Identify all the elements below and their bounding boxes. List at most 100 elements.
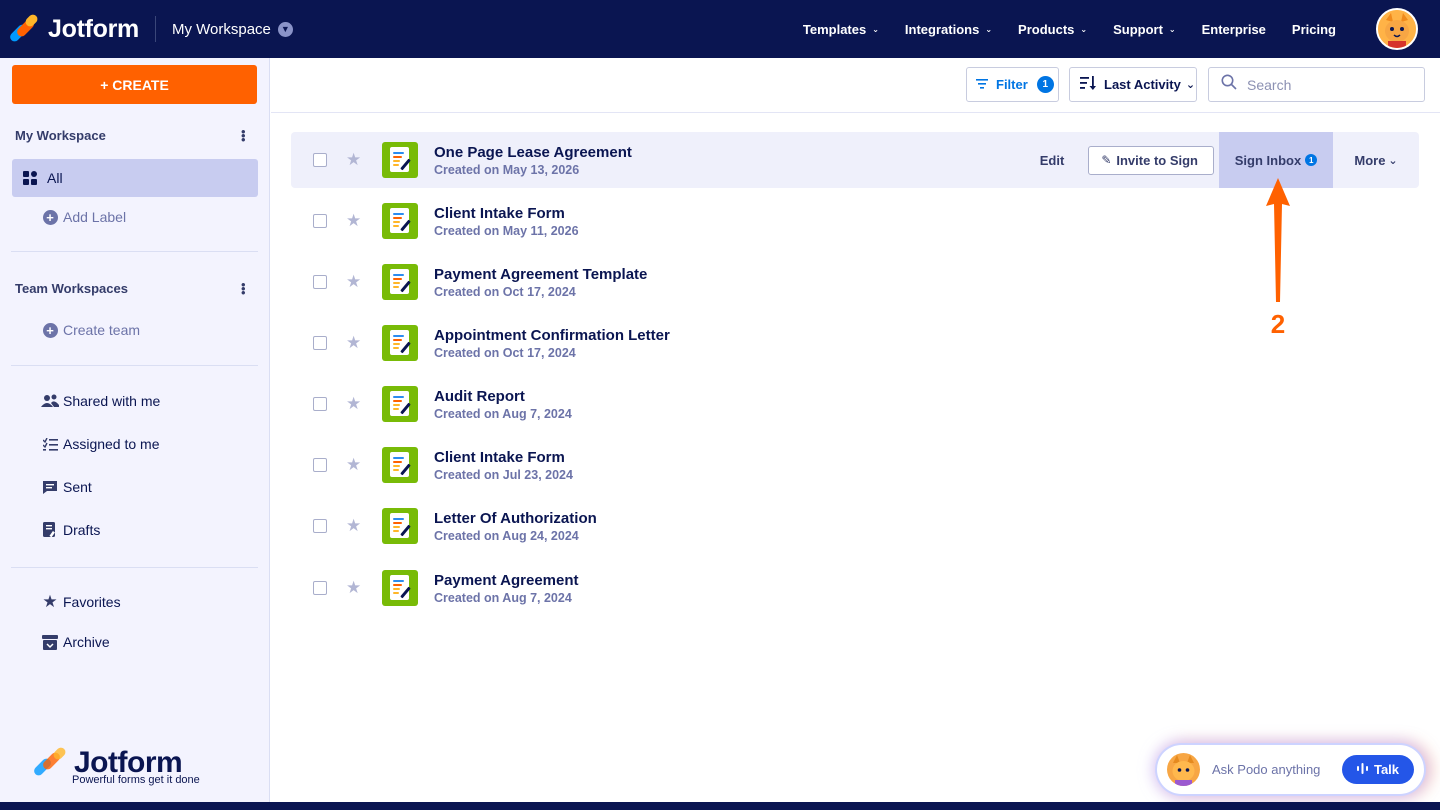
sign-document-icon — [382, 264, 418, 300]
sidebar-item-archive[interactable]: Archive — [12, 623, 258, 661]
search-input[interactable] — [1247, 76, 1407, 93]
message-icon — [40, 480, 60, 495]
add-label-button[interactable]: + Add Label — [12, 198, 258, 236]
nav-label: Integrations — [904, 21, 980, 37]
nav-pricing[interactable]: Pricing — [1292, 22, 1336, 37]
sign-document-icon — [382, 142, 418, 178]
row-checkbox[interactable] — [313, 458, 327, 472]
sidebar-item-shared[interactable]: Shared with me — [12, 382, 258, 420]
jotform-logo-icon — [32, 745, 68, 778]
form-row[interactable]: ★ Appointment Confirmation Letter Create… — [291, 315, 1419, 371]
nav-label: Pricing — [1291, 21, 1336, 37]
row-checkbox[interactable] — [313, 214, 327, 228]
form-title: Client Intake Form — [434, 448, 565, 466]
sidebar-item-label: Favorites — [63, 594, 121, 610]
star-icon[interactable]: ★ — [346, 578, 363, 598]
form-row[interactable]: ★ Audit Report Created on Aug 7, 2024 — [291, 376, 1419, 432]
annotation-step-number: 2 — [1270, 309, 1286, 339]
star-icon[interactable]: ★ — [346, 211, 363, 231]
plus-circle-icon: + — [40, 322, 60, 338]
talk-button[interactable]: Talk — [1342, 755, 1414, 784]
nav-enterprise[interactable]: Enterprise — [1202, 22, 1266, 37]
nav-products[interactable]: Products ⌄ — [1018, 22, 1087, 37]
form-title: Client Intake Form — [434, 204, 565, 222]
row-checkbox[interactable] — [313, 397, 327, 411]
sidebar-item-sent[interactable]: Sent — [12, 468, 258, 506]
nav-label: Support — [1113, 21, 1163, 37]
sign-document-icon — [382, 386, 418, 422]
sign-document-icon — [382, 570, 418, 606]
nav-support[interactable]: Support ⌄ — [1113, 22, 1176, 37]
form-info[interactable]: Payment Agreement Created on Aug 7, 2024 — [434, 572, 579, 605]
row-checkbox[interactable] — [313, 336, 327, 350]
sign-document-icon — [382, 508, 418, 544]
sort-dropdown[interactable]: Last Activity ⌄ — [1069, 67, 1197, 102]
sidebar-item-label: Drafts — [63, 522, 101, 538]
more-button[interactable]: More ⌄ — [1333, 153, 1419, 168]
podo-avatar-icon — [1167, 753, 1200, 786]
search-icon — [1221, 74, 1237, 95]
star-icon[interactable]: ★ — [346, 272, 363, 292]
form-row[interactable]: ★ Letter Of Authorization Created on Aug… — [291, 498, 1419, 554]
form-row[interactable]: ★ Client Intake Form Created on Jul 23, … — [291, 437, 1419, 493]
sidebar-item-assigned[interactable]: Assigned to me — [12, 425, 258, 463]
form-info[interactable]: Client Intake Form Created on May 11, 20… — [434, 205, 579, 238]
row-actions: Edit ✎ Invite to Sign Sign Inbox 1 More … — [1040, 132, 1419, 188]
star-icon[interactable]: ★ — [346, 516, 363, 536]
form-created-date: Created on Oct 17, 2024 — [434, 345, 576, 360]
chevron-down-icon: ⌄ — [1388, 154, 1398, 167]
nav-label: Templates — [802, 21, 867, 37]
chevron-down-icon: ⌄ — [872, 24, 879, 34]
form-row[interactable]: ★ Client Intake Form Created on May 11, … — [291, 193, 1419, 249]
form-info[interactable]: One Page Lease Agreement Created on May … — [434, 144, 632, 177]
invite-to-sign-button[interactable]: ✎ Invite to Sign — [1088, 145, 1214, 175]
podo-assistant[interactable]: Ask Podo anything Talk — [1157, 745, 1424, 794]
plus-circle-icon: + — [40, 209, 60, 225]
row-checkbox[interactable] — [313, 153, 327, 167]
star-icon[interactable]: ★ — [346, 394, 363, 414]
form-created-date: Created on Aug 7, 2024 — [434, 406, 572, 421]
form-title: One Page Lease Agreement — [434, 143, 632, 161]
star-icon[interactable]: ★ — [346, 150, 363, 170]
form-info[interactable]: Appointment Confirmation Letter Created … — [434, 327, 670, 360]
chevron-down-icon: ⌄ — [985, 24, 993, 34]
form-info[interactable]: Client Intake Form Created on Jul 23, 20… — [434, 449, 573, 482]
my-workspace-more-icon[interactable]: • • • — [241, 125, 246, 146]
star-icon[interactable]: ★ — [346, 333, 363, 353]
pen-icon: ✎ — [1101, 153, 1112, 167]
form-title: Audit Report — [434, 387, 525, 405]
filter-icon — [976, 77, 988, 92]
sidebar-item-all[interactable]: All — [12, 159, 258, 197]
create-button[interactable]: + CREATE — [12, 65, 257, 104]
team-workspaces-more-icon[interactable]: • • • — [241, 278, 246, 299]
sidebar-item-label: Assigned to me — [63, 436, 160, 452]
workspace-switcher[interactable]: My Workspace ▼ — [172, 21, 293, 38]
cat-avatar-icon — [1378, 10, 1416, 48]
sidebar-item-drafts[interactable]: Drafts — [12, 511, 258, 549]
edit-button[interactable]: Edit — [1040, 153, 1065, 168]
form-row[interactable]: ★ Payment Agreement Template Created on … — [291, 254, 1419, 310]
brand-divider — [154, 16, 156, 42]
row-checkbox[interactable] — [313, 275, 327, 289]
chevron-down-icon: ▼ — [277, 21, 293, 37]
form-info[interactable]: Payment Agreement Template Created on Oc… — [434, 266, 647, 299]
row-checkbox[interactable] — [313, 519, 327, 533]
create-team-button[interactable]: + Create team — [12, 311, 258, 349]
form-info[interactable]: Audit Report Created on Aug 7, 2024 — [434, 388, 572, 421]
jotform-logo[interactable]: Jotform — [8, 12, 139, 44]
grid-icon — [20, 171, 40, 185]
star-icon[interactable]: ★ — [346, 455, 363, 475]
row-checkbox[interactable] — [313, 581, 327, 595]
user-avatar[interactable] — [1376, 8, 1418, 50]
filter-button[interactable]: Filter 1 — [966, 67, 1059, 102]
nav-templates[interactable]: Templates ⌄ — [803, 22, 879, 37]
sidebar-item-label: Archive — [63, 634, 110, 650]
form-row[interactable]: ★ One Page Lease Agreement Created on Ma… — [291, 132, 1419, 188]
form-created-date: Created on Aug 24, 2024 — [434, 528, 579, 543]
form-row[interactable]: ★ Payment Agreement Created on Aug 7, 20… — [291, 560, 1419, 616]
sidebar-item-favorites[interactable]: ★ Favorites — [12, 583, 258, 621]
form-info[interactable]: Letter Of Authorization Created on Aug 2… — [434, 510, 597, 543]
my-workspace-heading: My Workspace — [15, 128, 106, 143]
archive-icon — [40, 634, 60, 650]
nav-integrations[interactable]: Integrations ⌄ — [905, 22, 992, 37]
